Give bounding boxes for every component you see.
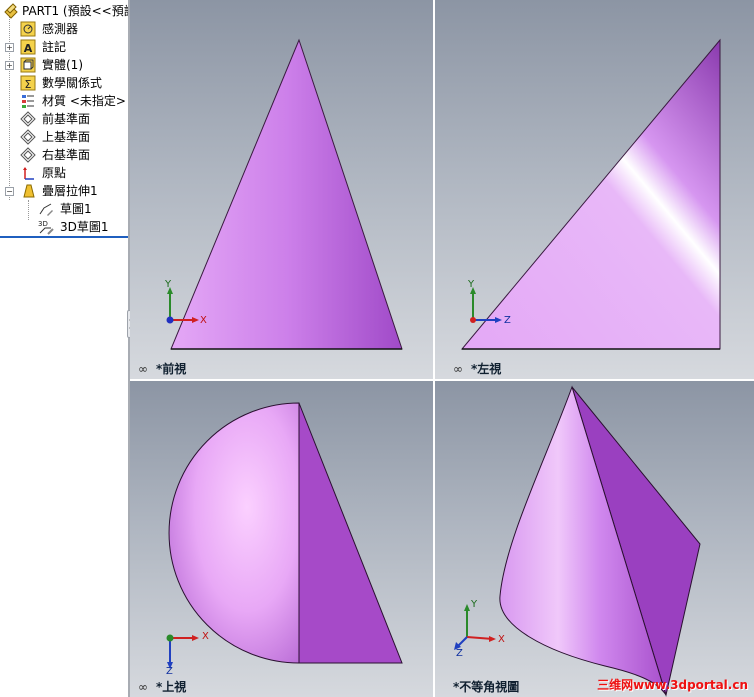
feature-tree: PART1 (預設<<預設> 感測器 + A 註記 + 實體(1) Σ 數學關係… bbox=[0, 0, 128, 697]
viewport-left-name: *左視 bbox=[471, 362, 502, 376]
tree-item-loft[interactable]: − 疊層拉伸1 bbox=[0, 182, 128, 200]
solid-bodies-label: 實體(1) bbox=[42, 58, 83, 72]
sensor-icon bbox=[20, 21, 36, 37]
viewport-top[interactable]: X Z ∞ *上視 bbox=[130, 381, 433, 697]
material-label: 材質 <未指定> bbox=[42, 94, 126, 108]
viewport-top-name: *上視 bbox=[156, 680, 187, 694]
tree-item-part[interactable]: PART1 (預設<<預設> bbox=[0, 2, 128, 20]
solid-bodies-icon bbox=[20, 57, 36, 73]
tree-item-right-plane[interactable]: 右基準面 bbox=[0, 146, 128, 164]
tree-item-top-plane[interactable]: 上基準面 bbox=[0, 128, 128, 146]
tree-item-origin[interactable]: 原點 bbox=[0, 164, 128, 182]
viewport-left[interactable]: Y Z ∞ *左視 bbox=[435, 0, 754, 379]
svg-text:Σ: Σ bbox=[25, 78, 32, 91]
sensors-label: 感測器 bbox=[42, 22, 79, 36]
expand-icon[interactable]: + bbox=[5, 43, 14, 52]
collapse-icon[interactable]: − bbox=[5, 187, 14, 196]
annotation-icon: A bbox=[20, 39, 36, 55]
viewport-label-left: ∞ *左視 bbox=[453, 360, 501, 377]
triad-x-label: X bbox=[200, 315, 207, 326]
selection-indicator bbox=[0, 236, 128, 238]
top-plane-label: 上基準面 bbox=[42, 130, 91, 144]
viewport-front[interactable]: Y X ∞ *前視 bbox=[130, 0, 433, 379]
expand-icon[interactable]: + bbox=[5, 61, 14, 70]
triad-top bbox=[166, 634, 199, 669]
tree-item-sensors[interactable]: 感測器 bbox=[0, 20, 128, 38]
viewport-label-front: ∞ *前視 bbox=[138, 360, 186, 377]
svg-text:A: A bbox=[24, 42, 33, 55]
tree-item-equations[interactable]: Σ 數學關係式 bbox=[0, 74, 128, 92]
sketch3d-label: 3D草圖1 bbox=[60, 220, 109, 234]
tree-item-front-plane[interactable]: 前基準面 bbox=[0, 110, 128, 128]
tree-item-annotations[interactable]: + A 註記 bbox=[0, 38, 128, 56]
tree-item-solid-bodies[interactable]: + 實體(1) bbox=[0, 56, 128, 74]
triad-z-label: Z bbox=[504, 315, 511, 326]
equations-label: 數學關係式 bbox=[42, 76, 103, 90]
viewport-iso-name: *不等角視圖 bbox=[453, 680, 520, 694]
link-icon: ∞ bbox=[453, 362, 463, 376]
watermark: 三维网www.3dportal.cn bbox=[597, 678, 748, 692]
equations-icon: Σ bbox=[20, 75, 36, 91]
part-icon bbox=[4, 3, 18, 19]
triad-y-label: Y bbox=[471, 599, 478, 610]
tree-item-3d-sketch[interactable]: 3D 3D草圖1 bbox=[0, 218, 128, 236]
origin-icon bbox=[23, 167, 34, 180]
viewport-isometric[interactable]: Y X Z *不等角視圖 三维网www.3dportal.cn bbox=[435, 381, 754, 697]
plane-icon bbox=[20, 111, 36, 127]
triad-x-label: X bbox=[498, 634, 505, 645]
triad-y-label: Y bbox=[165, 279, 172, 290]
loft-icon bbox=[23, 184, 35, 198]
origin-label: 原點 bbox=[42, 166, 67, 180]
front-plane-label: 前基準面 bbox=[42, 112, 91, 126]
annotations-label: 註記 bbox=[42, 40, 67, 54]
plane-icon bbox=[20, 129, 36, 145]
material-icon bbox=[22, 95, 34, 108]
viewport-label-top: ∞ *上視 bbox=[138, 678, 186, 695]
viewport-front-name: *前視 bbox=[156, 362, 187, 376]
link-icon: ∞ bbox=[138, 680, 148, 694]
triad-y-label: Y bbox=[468, 279, 475, 290]
right-plane-label: 右基準面 bbox=[42, 148, 91, 162]
viewport-label-isometric: *不等角視圖 bbox=[453, 678, 519, 695]
3d-sketch-icon: 3D bbox=[38, 220, 54, 235]
part-label: PART1 (預設<<預設> bbox=[22, 4, 128, 18]
tree-item-material[interactable]: 材質 <未指定> bbox=[0, 92, 128, 110]
sketch-icon bbox=[39, 203, 53, 216]
triad-x-label: X bbox=[202, 631, 209, 642]
triad-z-label: Z bbox=[166, 666, 173, 677]
svg-text:3D: 3D bbox=[38, 220, 48, 228]
tree-item-sketch1[interactable]: 草圖1 bbox=[0, 200, 128, 218]
link-icon: ∞ bbox=[138, 362, 148, 376]
sketch1-label: 草圖1 bbox=[60, 202, 92, 216]
loft-label: 疊層拉伸1 bbox=[42, 184, 98, 198]
triad-z-label: Z bbox=[456, 648, 463, 659]
plane-icon bbox=[20, 147, 36, 163]
